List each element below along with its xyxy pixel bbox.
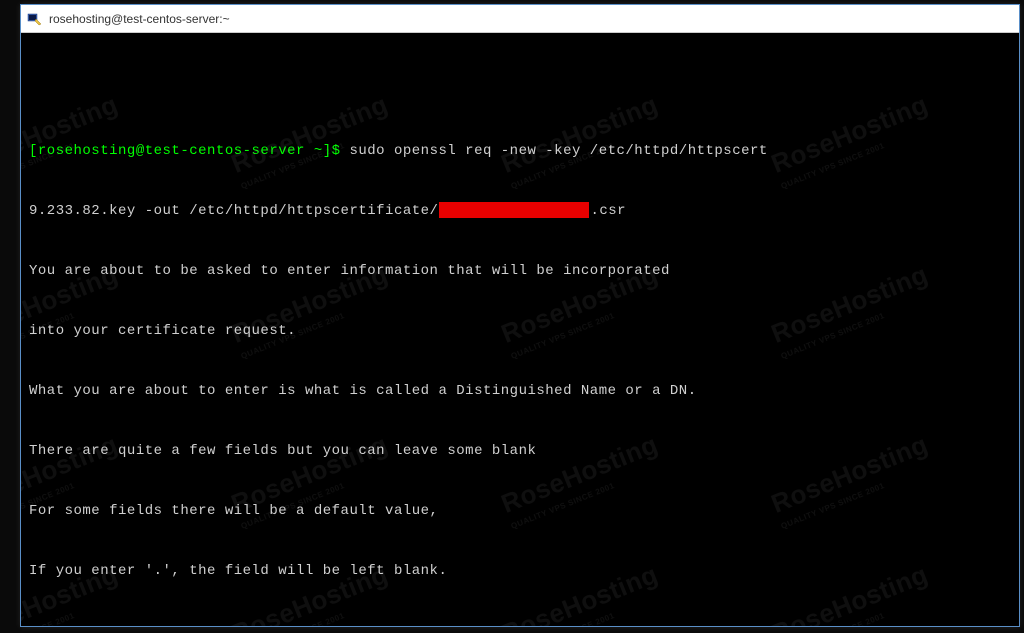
terminal-line: 9.233.82.key -out /etc/httpd/httpscertif…: [29, 201, 1011, 221]
command-text: sudo openssl req -new -key /etc/httpd/ht…: [349, 143, 767, 159]
terminal-line: If you enter '.', the field will be left…: [29, 561, 1011, 581]
terminal-line: What you are about to enter is what is c…: [29, 381, 1011, 401]
terminal-line: -----: [29, 621, 1011, 626]
putty-icon: [27, 11, 43, 27]
terminal-line: You are about to be asked to enter infor…: [29, 261, 1011, 281]
terminal-line: For some fields there will be a default …: [29, 501, 1011, 521]
terminal-line: [rosehosting@test-centos-server ~]$ sudo…: [29, 141, 1011, 161]
window-titlebar[interactable]: rosehosting@test-centos-server:~: [21, 5, 1019, 33]
terminal-body[interactable]: RoseHostingQUALITY VPS SINCE 2001 RoseHo…: [21, 33, 1019, 626]
shell-prompt: [rosehosting@test-centos-server ~]$: [29, 143, 349, 159]
redacted-ip: [439, 202, 589, 218]
terminal-line: There are quite a few fields but you can…: [29, 441, 1011, 461]
terminal-line: into your certificate request.: [29, 321, 1011, 341]
terminal-window: rosehosting@test-centos-server:~ RoseHos…: [20, 4, 1020, 627]
window-title: rosehosting@test-centos-server:~: [49, 12, 230, 26]
